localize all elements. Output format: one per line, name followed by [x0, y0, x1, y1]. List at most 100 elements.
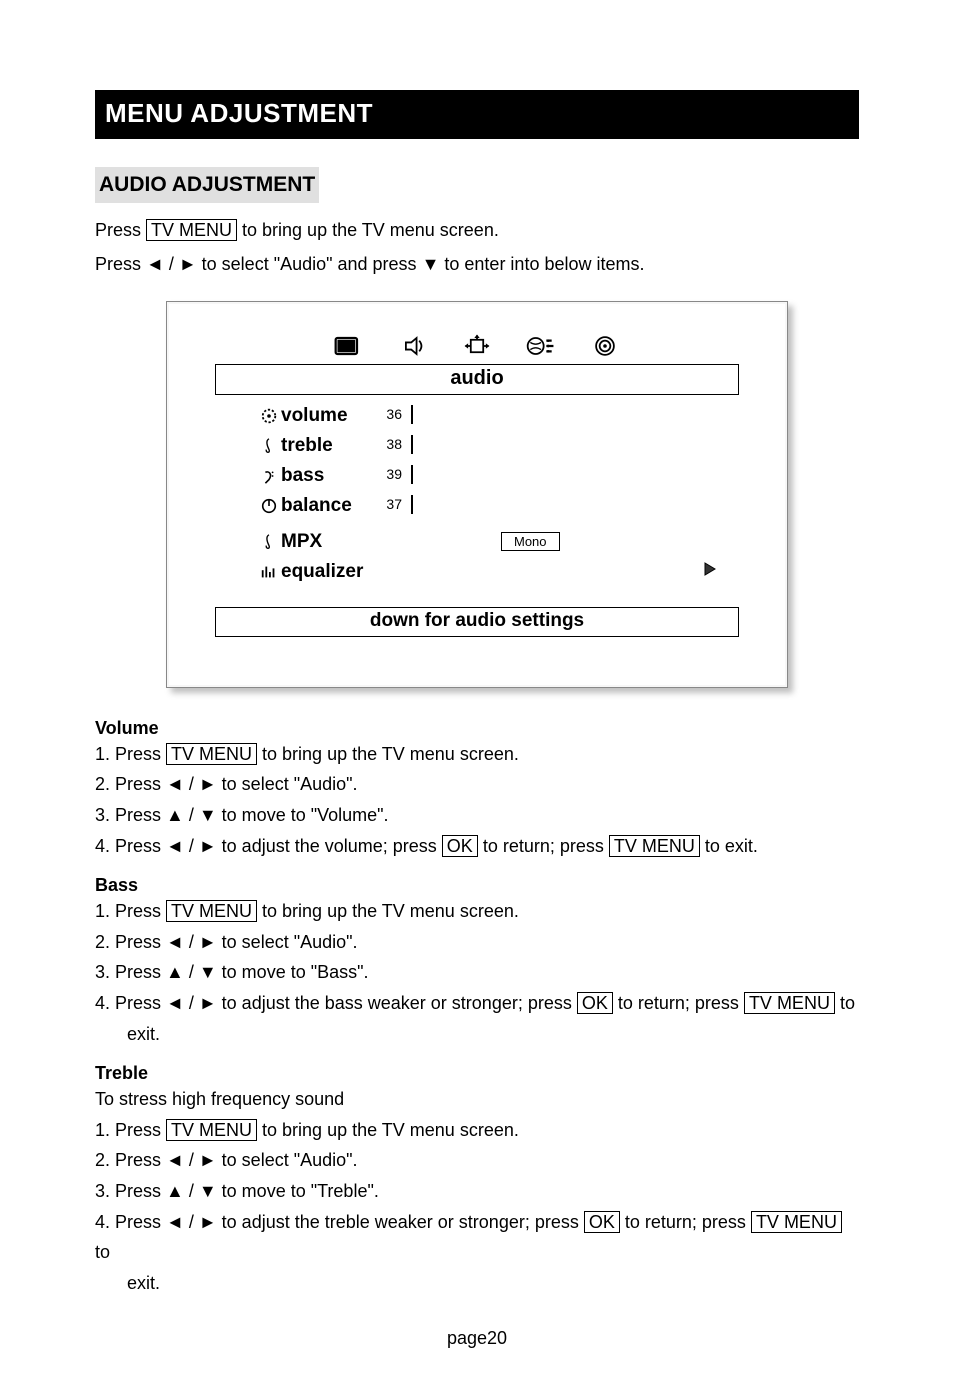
text: 2. Press	[95, 1150, 166, 1170]
volume-steps: 1. Press TV MENU to bring up the TV menu…	[95, 739, 859, 861]
text: to move to "Volume".	[217, 805, 389, 825]
text: Press	[95, 254, 146, 274]
text: to move to "Treble".	[217, 1181, 379, 1201]
text: to select "Audio".	[217, 774, 358, 794]
text: to select "Audio".	[217, 932, 358, 952]
step: 4. Press ◄ / ► to adjust the bass weaker…	[95, 988, 859, 1019]
bass-heading: Bass	[95, 875, 859, 896]
title-bar: MENU ADJUSTMENT	[95, 90, 859, 139]
treble-steps: To stress high frequency sound 1. Press …	[95, 1084, 859, 1298]
step: 3. Press ▲ / ▼ to move to "Treble".	[95, 1176, 859, 1207]
osd-footer: down for audio settings	[215, 607, 739, 637]
text: 1. Press	[95, 1120, 166, 1140]
text: to move to "Bass".	[217, 962, 369, 982]
left-right-arrows: ◄ / ►	[166, 993, 217, 1013]
text: to adjust the bass weaker or stronger; p…	[217, 993, 577, 1013]
text: to	[95, 1242, 110, 1262]
tab-globe-icon	[523, 332, 559, 360]
osd-row-equalizer: equalizer	[257, 557, 717, 587]
step: 4. Press ◄ / ► to adjust the treble weak…	[95, 1207, 859, 1268]
step: 2. Press ◄ / ► to select "Audio".	[95, 1145, 859, 1176]
left-right-arrows: ◄ / ►	[166, 1212, 217, 1232]
text: 4. Press	[95, 836, 166, 856]
treble-clef-icon	[257, 533, 281, 551]
osd-row-mpx: MPX Mono	[257, 527, 717, 557]
section-heading: AUDIO ADJUSTMENT	[95, 167, 319, 203]
text: to bring up the TV menu screen.	[257, 1120, 519, 1140]
step: 1. Press TV MENU to bring up the TV menu…	[95, 896, 859, 927]
intro-line-1: Press TV MENU to bring up the TV menu sc…	[95, 217, 859, 245]
tv-menu-button-label: TV MENU	[146, 219, 237, 241]
up-down-arrows: ▲ / ▼	[166, 962, 217, 982]
equalizer-icon	[257, 563, 281, 581]
bass-steps: 1. Press TV MENU to bring up the TV menu…	[95, 896, 859, 1049]
text: to exit.	[700, 836, 758, 856]
text: 3. Press	[95, 805, 166, 825]
mpx-value: Mono	[501, 532, 560, 551]
text: to select "Audio".	[217, 1150, 358, 1170]
text: to bring up the TV menu screen.	[257, 744, 519, 764]
text: to bring up the TV menu screen.	[237, 220, 499, 240]
tv-menu-button-label: TV MENU	[751, 1211, 842, 1233]
tv-menu-button-label: TV MENU	[166, 1119, 257, 1141]
tv-menu-button-label: TV MENU	[166, 900, 257, 922]
tv-menu-button-label: TV MENU	[166, 743, 257, 765]
left-right-arrows: ◄ / ►	[166, 836, 217, 856]
volume-heading: Volume	[95, 718, 859, 739]
step: 1. Press TV MENU to bring up the TV menu…	[95, 1115, 859, 1146]
tab-target-icon	[587, 332, 623, 360]
step: 3. Press ▲ / ▼ to move to "Volume".	[95, 800, 859, 831]
ok-button-label: OK	[442, 835, 478, 857]
text: to adjust the treble weaker or stronger;…	[217, 1212, 584, 1232]
treble-subtext: To stress high frequency sound	[95, 1084, 859, 1115]
text: 2. Press	[95, 774, 166, 794]
tab-sync-icon	[459, 332, 495, 360]
osd-row-bass: bass 39	[257, 461, 717, 491]
osd-screenshot: audio volume 36 treble 38	[166, 301, 788, 688]
volume-icon	[257, 407, 281, 425]
step: 3. Press ▲ / ▼ to move to "Bass".	[95, 957, 859, 988]
text: to select "Audio" and press	[197, 254, 422, 274]
up-down-arrows: ▲ / ▼	[166, 1181, 217, 1201]
right-arrow-icon	[703, 561, 717, 582]
text: to return; press	[478, 836, 609, 856]
text: 4. Press	[95, 1212, 166, 1232]
text: to return; press	[620, 1212, 751, 1232]
slider-value: 37	[386, 496, 402, 512]
slider: 37	[411, 496, 717, 516]
step: 1. Press TV MENU to bring up the TV menu…	[95, 739, 859, 770]
osd-row-treble: treble 38	[257, 431, 717, 461]
tab-picture-icon	[331, 332, 367, 360]
slider: 39	[411, 466, 717, 486]
left-right-arrows: ◄ / ►	[166, 774, 217, 794]
intro-line-2: Press ◄ / ► to select "Audio" and press …	[95, 251, 859, 279]
slider-value: 38	[386, 436, 402, 452]
step: 4. Press ◄ / ► to adjust the volume; pre…	[95, 831, 859, 862]
osd-row-volume: volume 36	[257, 401, 717, 431]
tv-menu-button-label: TV MENU	[609, 835, 700, 857]
osd-tab-row	[197, 332, 757, 360]
slider: 36	[411, 406, 717, 426]
osd-list: volume 36 treble 38 bass	[257, 401, 717, 587]
text: 1. Press	[95, 901, 166, 921]
text: to return; press	[613, 993, 744, 1013]
text: to	[835, 993, 855, 1013]
slider-value: 39	[386, 466, 402, 482]
down-arrow: ▼	[422, 254, 440, 274]
balance-icon	[257, 497, 281, 515]
step-continuation: exit.	[95, 1268, 859, 1299]
ok-button-label: OK	[577, 992, 613, 1014]
up-down-arrows: ▲ / ▼	[166, 805, 217, 825]
treble-heading: Treble	[95, 1063, 859, 1084]
step: 2. Press ◄ / ► to select "Audio".	[95, 769, 859, 800]
tv-menu-button-label: TV MENU	[744, 992, 835, 1014]
page-number: page20	[95, 1328, 859, 1349]
text: 2. Press	[95, 932, 166, 952]
tab-audio-icon	[395, 332, 431, 360]
left-right-arrows: ◄ / ►	[166, 932, 217, 952]
slider: 38	[411, 436, 717, 456]
text: 1. Press	[95, 744, 166, 764]
left-right-arrows: ◄ / ►	[166, 1150, 217, 1170]
text: to bring up the TV menu screen.	[257, 901, 519, 921]
text: 4. Press	[95, 993, 166, 1013]
